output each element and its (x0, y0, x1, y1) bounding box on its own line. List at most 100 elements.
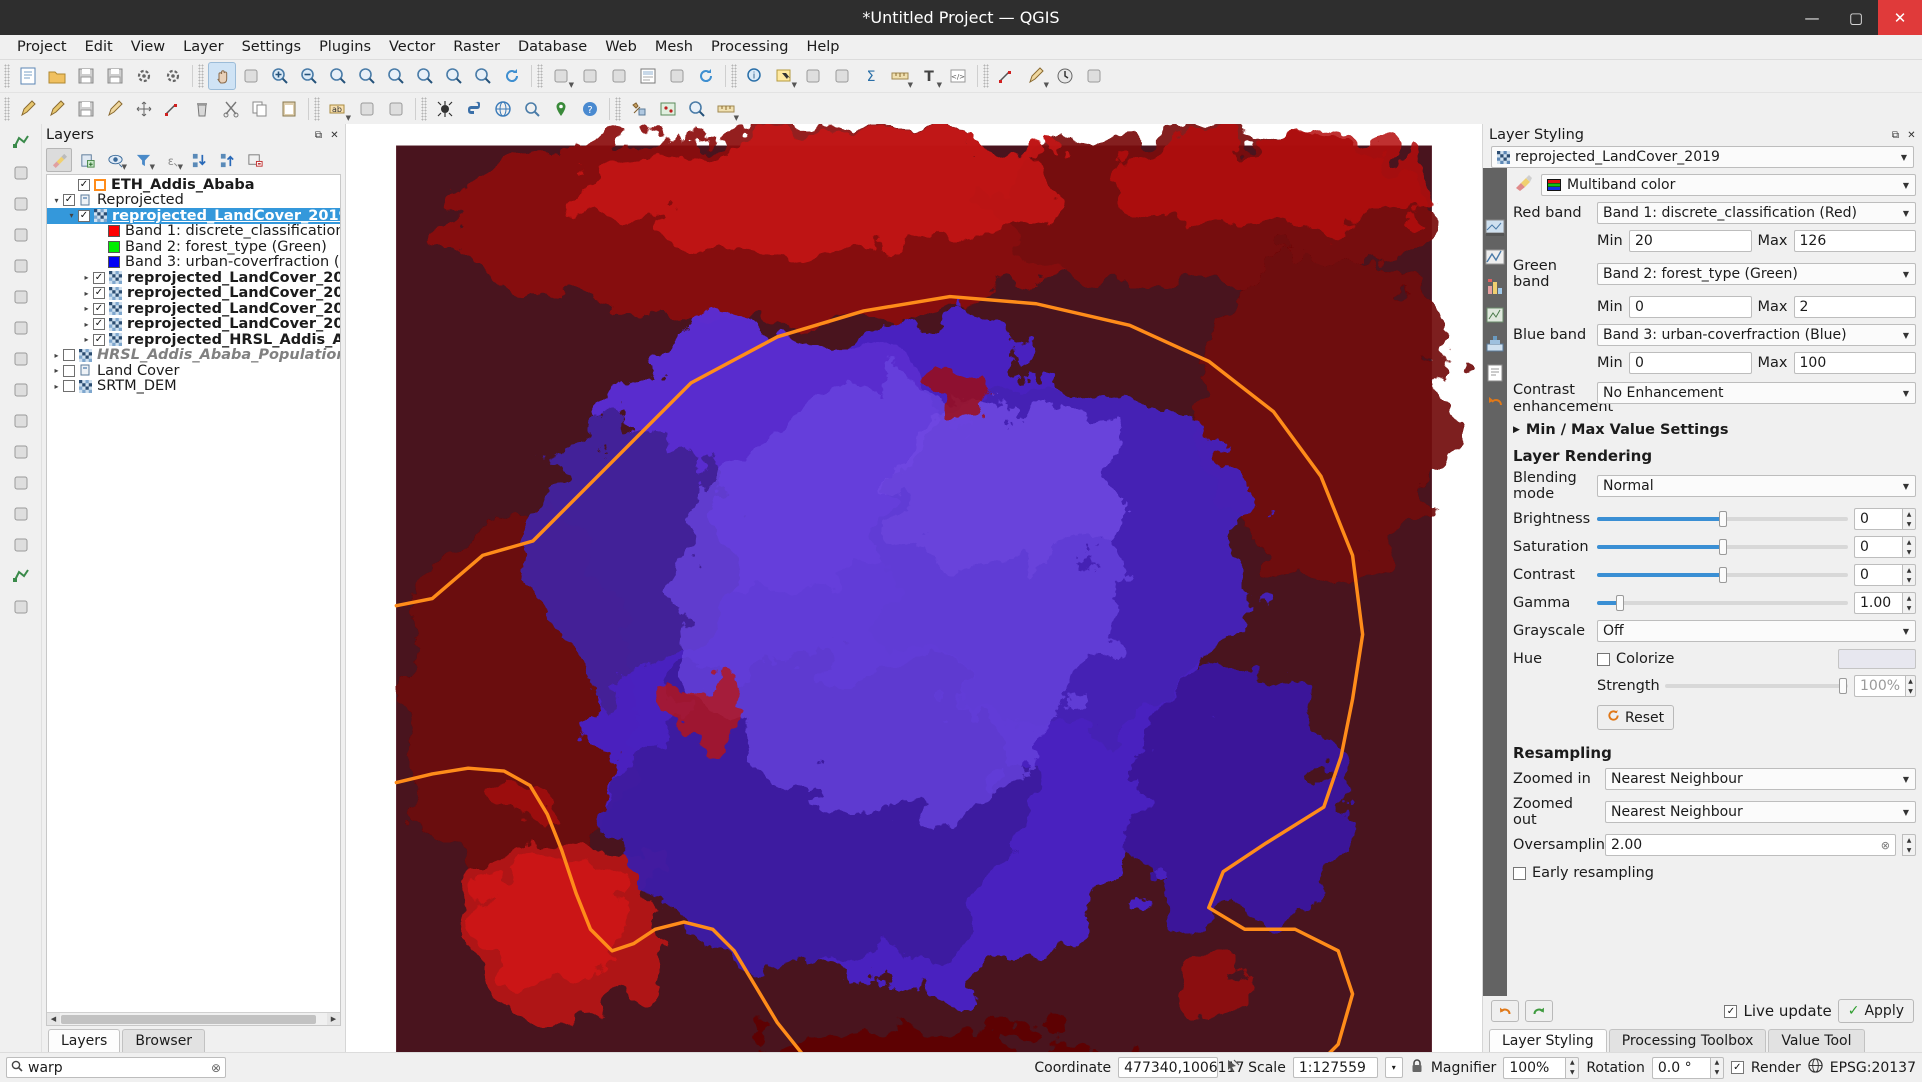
menu-item-project[interactable]: Project (8, 37, 76, 57)
coordinate-capture-icon[interactable] (1225, 1058, 1241, 1078)
copy-features-icon[interactable] (246, 95, 274, 123)
pyramids-icon[interactable] (1485, 334, 1505, 354)
brightness-slider[interactable] (1597, 510, 1848, 528)
tab-layer-styling[interactable]: Layer Styling (1489, 1029, 1607, 1052)
paste-features-icon[interactable] (275, 95, 303, 123)
zoom-to-layer-icon[interactable] (411, 62, 439, 90)
band-min-input[interactable]: 0 (1629, 352, 1752, 374)
chevron-down-icon[interactable]: ▼ (1897, 153, 1911, 162)
add-mesh-layer-icon[interactable] (6, 190, 36, 218)
toolbar-grip[interactable] (731, 64, 737, 88)
python-console-icon[interactable] (460, 95, 488, 123)
open-project-icon[interactable] (43, 62, 71, 90)
highlight-pinned-labels-icon[interactable] (382, 95, 410, 123)
geocoding-icon[interactable] (547, 95, 575, 123)
live-update-checkbox[interactable]: ✓ (1724, 1004, 1738, 1018)
map-canvas[interactable] (346, 124, 1482, 1052)
open-attribute-table-icon[interactable] (799, 62, 827, 90)
layer-tree-row[interactable]: ▾ ✓ reprojected_LandCover_2019 (47, 208, 340, 224)
lock-icon[interactable] (1410, 1058, 1424, 1078)
chevron-down-icon[interactable]: ▼ (1899, 331, 1913, 340)
layer-tree-row[interactable]: ✓ ETH_Addis_Ababa (47, 177, 340, 193)
toolbar-grip[interactable] (314, 96, 320, 121)
rendering-icon[interactable] (1485, 305, 1505, 325)
layer-visibility-checkbox[interactable]: ✓ (93, 318, 105, 331)
grayscale-combo[interactable]: Off ▼ (1597, 620, 1916, 643)
menu-item-edit[interactable]: Edit (76, 37, 122, 57)
clear-icon[interactable]: ⊗ (1881, 839, 1890, 852)
chevron-down-icon[interactable]: ▼ (937, 81, 942, 89)
spin-up-icon[interactable]: ▲ (1903, 593, 1915, 603)
brightness-spinner[interactable]: 0 ▲ ▼ (1854, 508, 1916, 531)
toolbar-grip[interactable] (983, 64, 989, 88)
minmax-value-settings-section[interactable]: ▶ Min / Max Value Settings (1513, 422, 1916, 438)
hue-strength-slider[interactable] (1665, 677, 1848, 695)
save-project-icon[interactable] (72, 62, 100, 90)
label-icon[interactable]: ab ▼ (324, 95, 352, 123)
band-combo[interactable]: Band 1: discrete_classification (Red) ▼ (1597, 202, 1916, 224)
histogram-icon[interactable] (1485, 276, 1505, 296)
colorize-checkbox[interactable] (1597, 652, 1610, 666)
add-vectortile-layer-icon[interactable] (6, 562, 36, 590)
clear-search-icon[interactable]: ⊗ (211, 1061, 221, 1075)
layer-tree-row[interactable]: Band 3: urban-coverfraction (Blue) (47, 254, 340, 270)
cut-features-icon[interactable] (217, 95, 245, 123)
new-map-view-icon[interactable]: ▼ (547, 62, 575, 90)
layer-tree-row[interactable]: ▸ ✓ reprojected_LandCover_2018 (47, 270, 340, 286)
identify-features-icon[interactable]: i (741, 62, 769, 90)
chevron-down-icon[interactable]: ▼ (908, 81, 913, 89)
minimize-button[interactable]: — (1790, 0, 1834, 35)
browser-panel-icon[interactable] (489, 95, 517, 123)
manage-map-themes-icon[interactable]: ▼ (102, 148, 128, 172)
layer-tree-row[interactable]: ▸✓reprojected_HRSL_Addis_Ababa_Po▭| (47, 332, 340, 348)
crs-label[interactable]: EPSG:20137 (1830, 1060, 1916, 1076)
close-icon[interactable]: ✕ (1905, 129, 1918, 142)
remove-layer-icon[interactable] (242, 148, 268, 172)
spin-down-icon[interactable]: ▼ (1903, 603, 1915, 613)
chevron-down-icon[interactable]: ▼ (1899, 270, 1913, 279)
add-arcgis-layer-icon[interactable] (6, 500, 36, 528)
filter-legend-by-expression-icon[interactable]: ε ▼ (158, 148, 184, 172)
zoom-to-selection-icon[interactable] (382, 62, 410, 90)
scroll-right-arrow[interactable]: ▶ (327, 1012, 340, 1025)
filter-legend-icon[interactable]: ▼ (130, 148, 156, 172)
open-field-calculator-icon[interactable] (828, 62, 856, 90)
layer-tree-row[interactable]: Band 2: forest_type (Green) (47, 239, 340, 255)
pan-map-icon[interactable] (208, 62, 236, 90)
layers-horizontal-scrollbar[interactable]: ◀ ▶ (47, 1012, 340, 1025)
layer-visibility-checkbox[interactable]: ✓ (78, 178, 90, 191)
style-manager-icon[interactable] (159, 62, 187, 90)
html-annotation-icon[interactable]: </> (944, 62, 972, 90)
toolbar-grip[interactable] (421, 96, 427, 121)
chevron-down-icon[interactable]: ▼ (1899, 209, 1913, 218)
expander-closed-icon[interactable]: ▸ (80, 273, 93, 282)
float-icon[interactable]: ⧉ (312, 129, 325, 142)
spin-down-icon[interactable]: ▼ (1906, 686, 1915, 696)
locator-search-input[interactable]: warp ⊗ (6, 1057, 226, 1078)
show-labels-icon[interactable] (353, 95, 381, 123)
transparency-icon[interactable] (1485, 247, 1505, 267)
spin-down-icon[interactable]: ▼ (1903, 575, 1915, 585)
map-canvas-area[interactable] (346, 124, 1482, 1052)
band-combo[interactable]: Band 2: forest_type (Green) ▼ (1597, 263, 1916, 285)
spin-up-icon[interactable]: ▲ (1903, 835, 1915, 845)
layer-tree-row[interactable]: ▸ ✓ reprojected_LandCover_2016 (47, 301, 340, 317)
scale-dropdown-arrow[interactable]: ▾ (1384, 1057, 1403, 1078)
tab-processing-toolbox[interactable]: Processing Toolbox (1608, 1029, 1767, 1052)
spin-down-icon[interactable]: ▼ (1566, 1068, 1578, 1078)
rotation-spinner[interactable]: 0.0 ° ▲ ▼ (1651, 1056, 1724, 1079)
contrast-spinner[interactable]: 0 ▲ ▼ (1854, 564, 1916, 587)
menu-item-raster[interactable]: Raster (444, 37, 509, 57)
layer-tree-row[interactable]: ▸ ✓ reprojected_LandCover_2017 (47, 285, 340, 301)
zoom-full-icon[interactable] (353, 62, 381, 90)
close-icon[interactable]: ✕ (328, 129, 341, 142)
layer-visibility-checkbox[interactable]: ✓ (93, 287, 105, 300)
measure-icon[interactable]: ▼ (886, 62, 914, 90)
toolbar-grip[interactable] (198, 64, 204, 88)
layer-visibility-checkbox[interactable] (63, 349, 75, 362)
refresh-map-icon[interactable] (692, 62, 720, 90)
add-feature-icon[interactable] (101, 95, 129, 123)
band-min-input[interactable]: 20 (1629, 230, 1752, 252)
add-wcs-layer-icon[interactable] (6, 438, 36, 466)
tab-browser[interactable]: Browser (122, 1029, 206, 1052)
